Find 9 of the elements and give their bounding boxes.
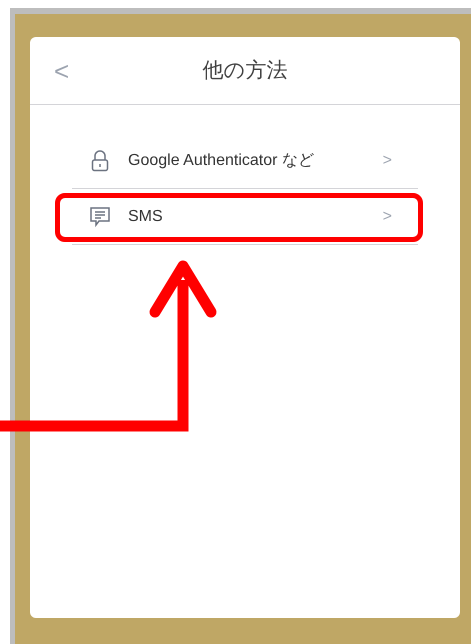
option-row[interactable]: Google Authenticator など > [72, 133, 418, 189]
option-label: SMS [128, 206, 163, 226]
lock-icon [91, 150, 109, 172]
chevron-icon: > [382, 204, 392, 228]
option-label: Google Authenticator など [128, 150, 314, 170]
page-title: 他の方法 [202, 58, 288, 84]
message-icon [89, 206, 111, 228]
option-row[interactable]: SMS > [72, 189, 418, 245]
chevron-icon: > [382, 148, 392, 172]
